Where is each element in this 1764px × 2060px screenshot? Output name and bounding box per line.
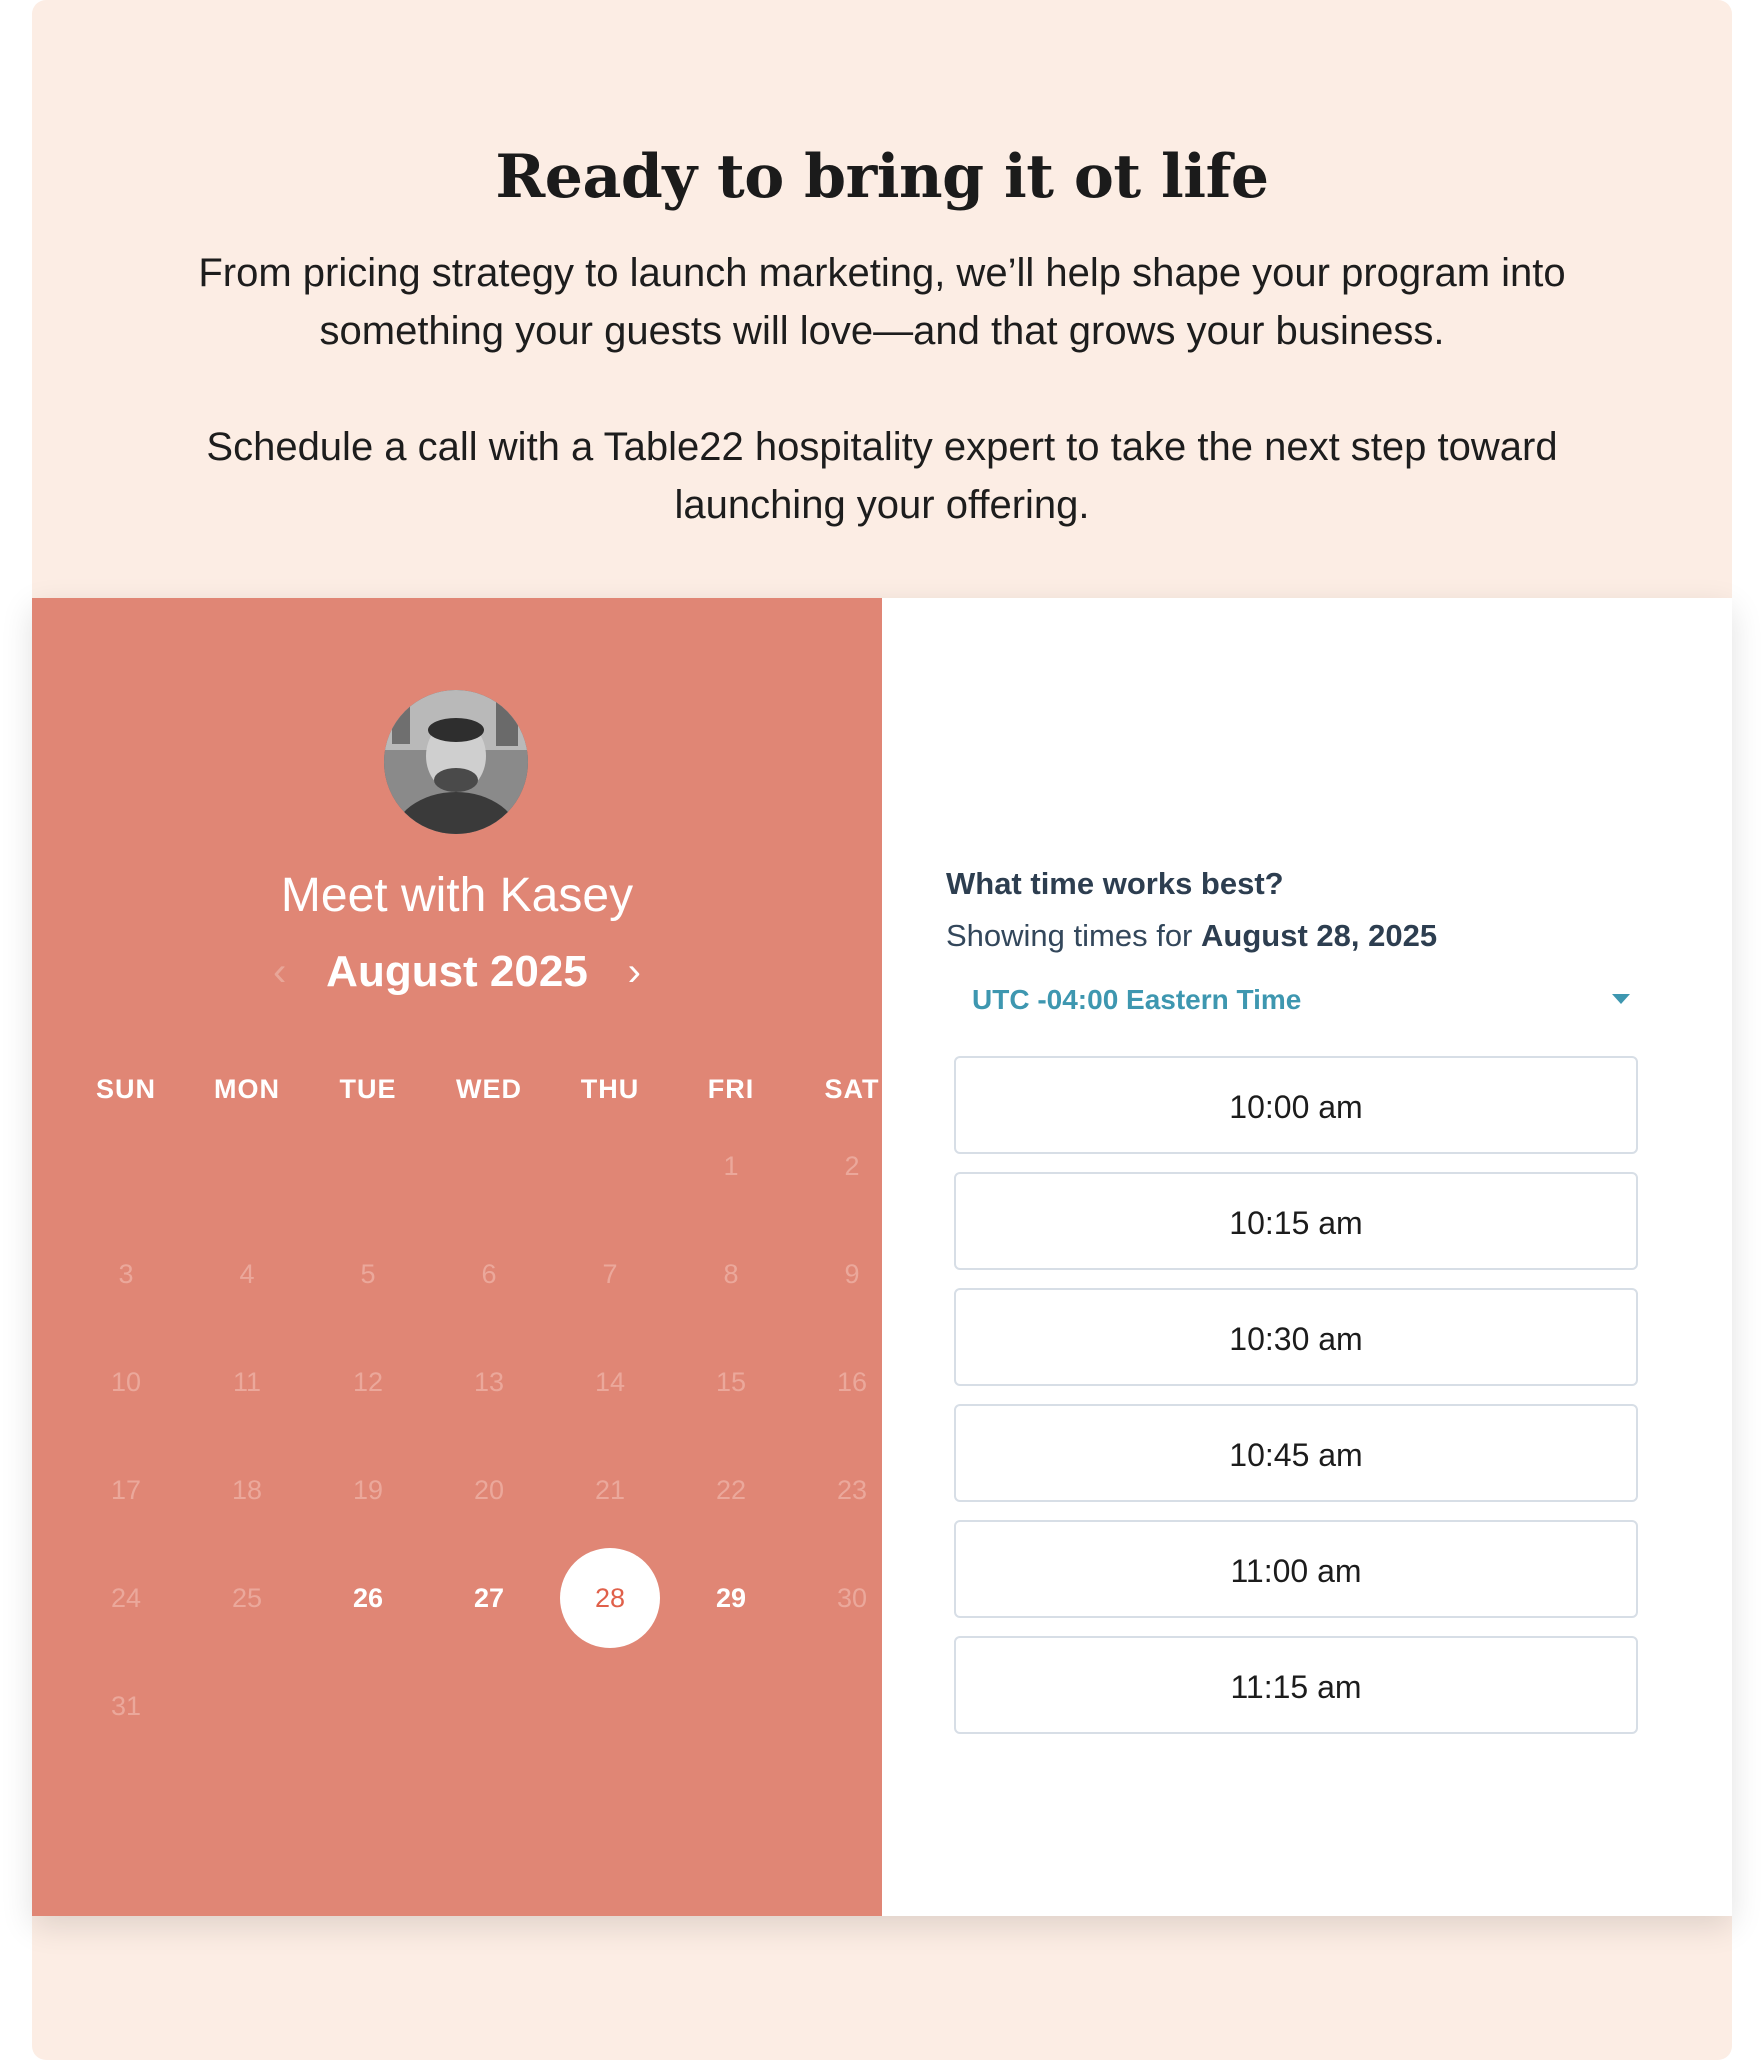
time-slot-button[interactable]: 10:30 am — [954, 1288, 1638, 1386]
weekday-mon: MON — [214, 1074, 280, 1104]
chevron-left-icon[interactable]: ‹ — [260, 942, 300, 1002]
chevron-right-icon[interactable]: › — [614, 942, 654, 1002]
time-slot-button[interactable]: 10:45 am — [954, 1404, 1638, 1502]
calendar-day-unavailable: 21 — [594, 1475, 626, 1505]
calendar-day-unavailable: 31 — [110, 1691, 142, 1721]
time-panel: What time works best? Showing times for … — [882, 598, 1732, 1916]
weekday-fri: FRI — [707, 1074, 755, 1104]
calendar-day-unavailable: 24 — [110, 1583, 142, 1613]
calendar-day-unavailable: 19 — [352, 1475, 384, 1505]
calendar-day-unavailable: 13 — [473, 1367, 505, 1397]
month-label: August 2025 — [326, 947, 588, 996]
timezone-dropdown[interactable]: UTC -04:00 Eastern Time — [956, 970, 1636, 1030]
calendar-day-unavailable: 25 — [231, 1583, 263, 1613]
calendar-day-unavailable: 3 — [118, 1259, 134, 1289]
time-question: What time works best? — [946, 866, 1284, 901]
calendar-day-unavailable: 4 — [239, 1259, 255, 1289]
calendar-day-unavailable: 12 — [352, 1367, 384, 1397]
meet-with-title: Meet with Kasey — [280, 869, 634, 922]
weekday-sun: SUN — [95, 1074, 156, 1104]
calendar-day-unavailable: 20 — [473, 1475, 505, 1505]
calendar-day-unavailable: 7 — [602, 1259, 618, 1289]
time-slot-button[interactable]: 10:00 am — [954, 1056, 1638, 1154]
calendar-day-unavailable: 15 — [715, 1367, 747, 1397]
calendar-day-unavailable: 18 — [231, 1475, 263, 1505]
weekday-thu: THU — [580, 1074, 640, 1104]
calendar-day-available[interactable]: 27 — [439, 1548, 539, 1648]
avatar — [384, 690, 528, 834]
meeting-scheduler: Meet with Kasey ‹ August 2025 › SUN MON … — [32, 598, 1732, 1916]
page-title: Ready to bring it ot life — [495, 142, 1269, 212]
cta-text: Schedule a call with a Table22 hospitali… — [206, 425, 1558, 527]
month-navigation: ‹ August 2025 › — [32, 942, 882, 1002]
calendar-day-unavailable: 22 — [715, 1475, 747, 1505]
calendar-day-available[interactable]: 29 — [681, 1548, 781, 1648]
calendar-day-unavailable: 14 — [594, 1367, 626, 1397]
intro-text: From pricing strategy to launch marketin… — [198, 251, 1566, 353]
showing-prefix: Showing times for — [946, 918, 1193, 953]
weekday-tue: TUE — [339, 1074, 397, 1104]
calendar-day-unavailable: 11 — [232, 1367, 262, 1397]
calendar-day-unavailable: 1 — [723, 1151, 739, 1181]
weekday-wed: WED — [456, 1074, 522, 1104]
calendar-day-selected[interactable]: 28 — [560, 1548, 660, 1648]
calendar-day-unavailable: 17 — [110, 1475, 142, 1505]
time-slot-button[interactable]: 10:15 am — [954, 1172, 1638, 1270]
calendar-day-unavailable: 5 — [360, 1259, 376, 1289]
time-slot-button[interactable]: 11:15 am — [954, 1636, 1638, 1734]
calendar-panel: Meet with Kasey ‹ August 2025 › SUN MON … — [32, 598, 882, 1916]
calendar-day-available[interactable]: 26 — [318, 1548, 418, 1648]
calendar-day-unavailable: 8 — [723, 1259, 739, 1289]
caret-down-icon — [1612, 994, 1630, 1004]
timezone-label: UTC -04:00 Eastern Time — [972, 984, 1302, 1015]
time-slot-button[interactable]: 11:00 am — [954, 1520, 1638, 1618]
showing-date: August 28, 2025 — [1201, 918, 1438, 953]
showing-times-label: Showing times for August 28, 2025 — [946, 918, 1437, 954]
calendar-day-unavailable: 10 — [110, 1367, 142, 1397]
calendar-day-unavailable: 6 — [481, 1259, 497, 1289]
